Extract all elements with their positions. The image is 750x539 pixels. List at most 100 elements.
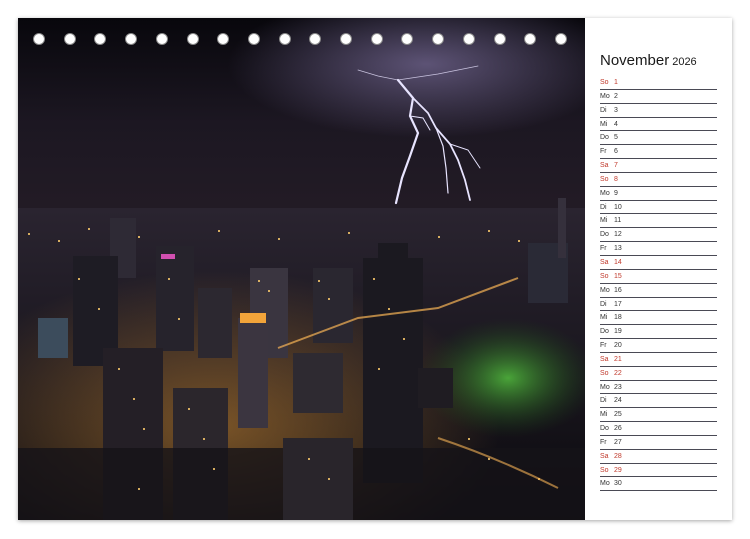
binding-hole [155,33,168,45]
weekday-label: Mi [600,411,608,419]
day-row: Sa 28 [600,450,717,464]
day-row: Fr 6 [600,145,717,160]
day-number: 24 [614,397,622,405]
binding-hole [462,33,475,45]
calendar-panel: November 2026 So 1 Mo 2 Di 3 Mi 4 Do 5 Fr 6 Sa 7 So 8 Mo 9… [585,18,732,520]
day-number: 7 [614,162,618,170]
weekday-label: Sa [600,452,609,460]
day-row: Do 5 [600,131,717,146]
weekday-label: Di [600,300,607,308]
weekday-label: So [600,175,609,183]
weekday-label: Fr [600,438,607,446]
binding-hole [493,33,506,45]
day-number: 6 [614,148,618,156]
day-row: Sa 14 [600,256,717,270]
binding-hole [186,33,199,45]
day-row: Di 3 [600,104,717,118]
weekday-label: So [600,466,609,474]
binding-hole [217,33,230,45]
binding-hole [278,33,291,45]
day-number: 5 [614,134,618,142]
weekday-label: Mo [600,92,610,100]
day-row: Di 10 [600,201,717,215]
binding-hole [247,33,260,45]
day-number: 18 [614,314,622,322]
weekday-label: Mo [600,286,610,294]
day-row: Mo 16 [600,284,717,298]
day-row: Sa 21 [600,353,717,367]
day-number: 23 [614,383,622,391]
weekday-label: Do [600,231,609,239]
day-list: So 1 Mo 2 Di 3 Mi 4 Do 5 Fr 6 Sa 7 So 8 Mo 9 Di 10 Mi 11 Do 12 F… [600,76,717,492]
day-number: 15 [614,272,622,280]
city-skyline [18,198,585,520]
weekday-label: So [600,79,609,86]
day-number: 27 [614,438,622,446]
day-row: So 1 [600,76,717,90]
weekday-label: Sa [600,355,609,363]
day-number: 2 [614,92,618,100]
day-number: 17 [614,300,622,308]
day-row: Di 17 [600,298,717,312]
weekday-label: Do [600,425,609,433]
day-number: 19 [614,328,622,336]
binding-hole [125,33,138,45]
weekday-label: Do [600,134,609,142]
weekday-label: Fr [600,148,607,156]
day-number: 12 [614,231,622,239]
calendar-page: November 2026 So 1 Mo 2 Di 3 Mi 4 Do 5 Fr 6 Sa 7 So 8 Mo 9… [18,18,732,520]
day-number: 28 [614,452,622,460]
weekday-label: Mo [600,383,610,391]
day-row: Fr 27 [600,436,717,450]
day-number: 29 [614,466,622,474]
year-label: 2026 [672,56,697,68]
day-number: 20 [614,342,622,350]
binding-hole [524,33,537,45]
binding-hole [94,33,107,45]
day-row: Mi 4 [600,118,717,132]
day-row: Do 12 [600,228,717,243]
calendar-title: November 2026 [600,52,697,70]
day-number: 3 [614,106,618,114]
weekday-label: Mo [600,480,610,488]
day-row: Mo 23 [600,381,717,395]
day-row: So 8 [600,173,717,187]
day-row: Mi 11 [600,214,717,229]
day-row: Mo 9 [600,187,717,201]
day-number: 14 [614,258,622,266]
binding-hole [63,33,76,45]
day-row: Di 24 [600,394,717,409]
binding-hole [432,33,445,45]
weekday-label: Di [600,203,607,211]
day-number: 8 [614,175,618,183]
day-row: Sa 7 [600,159,717,173]
day-number: 10 [614,203,622,211]
day-row: Mi 25 [600,408,717,423]
day-row: Mo 30 [600,477,717,492]
binding-hole [340,33,352,45]
day-row: Fr 13 [600,242,717,256]
day-number: 13 [614,245,622,253]
day-row: Do 26 [600,422,717,436]
day-number: 22 [614,369,622,377]
weekday-label: Di [600,397,607,405]
weekday-label: So [600,272,609,280]
day-row: So 15 [600,270,717,284]
day-row: Mi 18 [600,311,717,326]
binding-hole [33,33,45,45]
weekday-label: Mi [600,120,608,128]
day-number: 4 [614,120,618,128]
day-row: So 29 [600,464,717,478]
day-row: Fr 20 [600,339,717,353]
day-row: So 22 [600,367,717,381]
day-number: 9 [614,189,618,197]
day-row: Do 19 [600,325,717,340]
binding-hole [554,33,567,45]
binding-hole [401,33,414,45]
day-row: Mo 2 [600,90,717,104]
weekday-label: Di [600,106,607,114]
day-number: 26 [614,425,622,433]
day-number: 1 [614,79,618,86]
day-number: 21 [614,355,622,363]
binding-hole [309,33,322,45]
